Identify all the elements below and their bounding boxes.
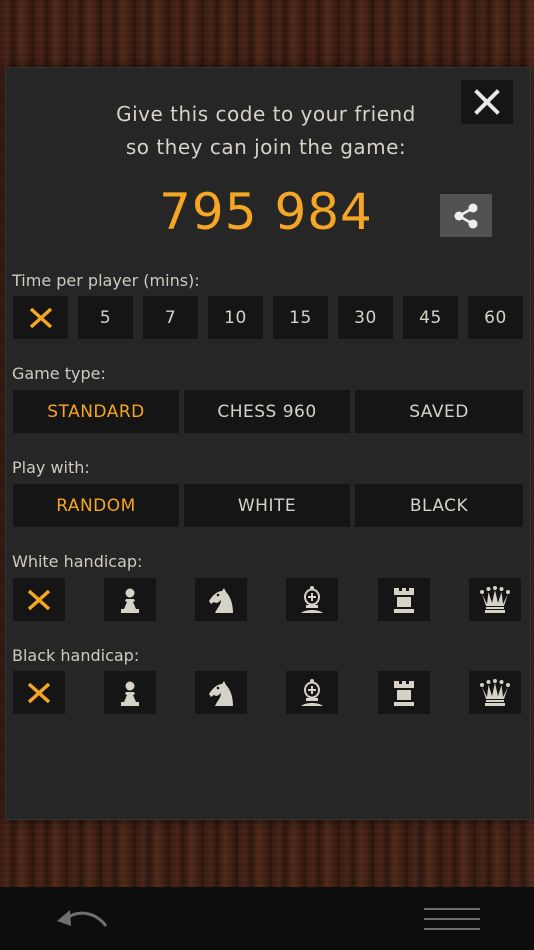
- invite-dialog: Give this code to your friend so they ca…: [5, 67, 531, 820]
- none-icon: [27, 589, 51, 610]
- menu-button[interactable]: [424, 901, 480, 937]
- pawn-icon: [121, 681, 139, 706]
- back-button[interactable]: [52, 901, 112, 937]
- play-with-label: Play with:: [12, 458, 90, 477]
- time-option-none[interactable]: [13, 296, 68, 339]
- queen-icon: [480, 678, 510, 706]
- black-handicap-label: Black handicap:: [12, 646, 140, 665]
- time-option-10[interactable]: 10: [208, 296, 263, 339]
- black-handicap-rook[interactable]: [378, 671, 430, 714]
- share-icon: [454, 203, 478, 228]
- white-handicap-knight[interactable]: [195, 578, 247, 621]
- menu-icon-line: [424, 918, 480, 920]
- white-handicap-bishop[interactable]: [286, 578, 338, 621]
- time-option-5[interactable]: 5: [78, 296, 133, 339]
- white-handicap-pawn[interactable]: [104, 578, 156, 621]
- knight-icon: [209, 587, 233, 613]
- time-option-15[interactable]: 15: [273, 296, 328, 339]
- prompt-line-1: Give this code to your friend: [116, 102, 416, 126]
- play-with-random[interactable]: RANDOM: [13, 484, 179, 527]
- game-type-chess960[interactable]: CHESS 960: [184, 390, 350, 433]
- bishop-icon: [301, 585, 323, 613]
- black-handicap-knight[interactable]: [195, 671, 247, 714]
- play-with-white[interactable]: WHITE: [184, 484, 350, 527]
- rook-icon: [394, 680, 414, 706]
- black-handicap-bishop[interactable]: [286, 671, 338, 714]
- bottom-bar: [0, 887, 534, 950]
- prompt-line-2: so they can join the game:: [125, 135, 407, 159]
- none-icon: [27, 682, 51, 703]
- game-type-saved[interactable]: SAVED: [355, 390, 523, 433]
- none-icon: [29, 307, 52, 328]
- black-handicap-pawn[interactable]: [104, 671, 156, 714]
- game-type-standard[interactable]: STANDARD: [13, 390, 179, 433]
- menu-icon-line: [424, 908, 480, 910]
- rook-icon: [394, 587, 414, 613]
- queen-icon: [480, 585, 510, 613]
- invite-prompt: Give this code to your friend so they ca…: [46, 98, 486, 164]
- white-handicap-label: White handicap:: [12, 552, 143, 571]
- black-handicap-queen[interactable]: [469, 671, 521, 714]
- game-type-label: Game type:: [12, 364, 106, 383]
- black-handicap-none[interactable]: [13, 671, 65, 714]
- game-code: 795 984: [159, 183, 373, 241]
- bishop-icon: [301, 678, 323, 706]
- menu-icon-line: [424, 928, 480, 930]
- play-with-black[interactable]: BLACK: [355, 484, 523, 527]
- knight-icon: [209, 680, 233, 706]
- white-handicap-none[interactable]: [13, 578, 65, 621]
- time-label: Time per player (mins):: [12, 271, 200, 290]
- pawn-icon: [121, 588, 139, 613]
- share-button[interactable]: [440, 194, 492, 237]
- undo-icon: [57, 910, 108, 927]
- time-option-30[interactable]: 30: [338, 296, 393, 339]
- time-option-7[interactable]: 7: [143, 296, 198, 339]
- time-option-60[interactable]: 60: [468, 296, 523, 339]
- white-handicap-rook[interactable]: [378, 578, 430, 621]
- white-handicap-queen[interactable]: [469, 578, 521, 621]
- time-option-45[interactable]: 45: [403, 296, 458, 339]
